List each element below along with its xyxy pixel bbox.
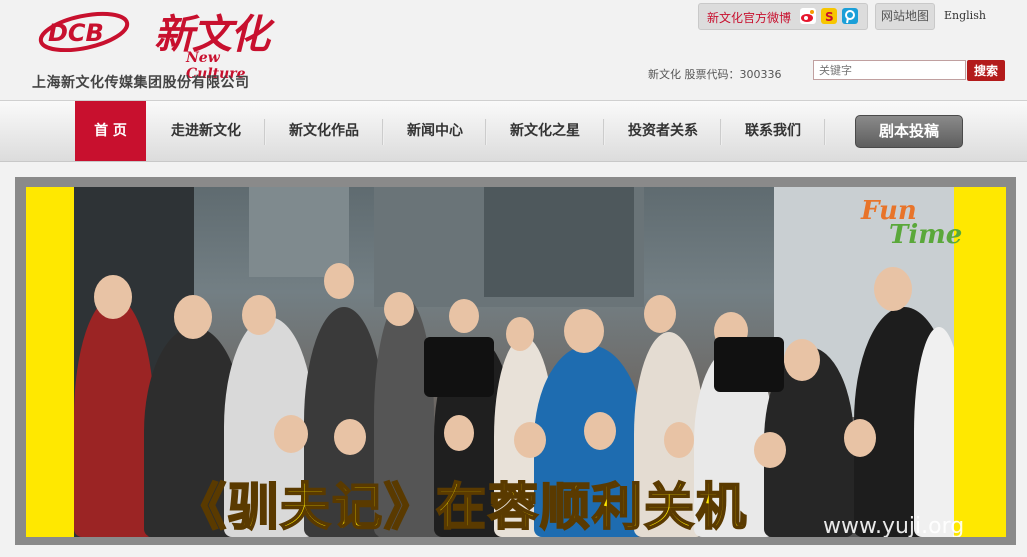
hero-banner[interactable]: Fun Time 《驯夫记》在蓉顺利关机 www.yuji.org xyxy=(26,187,1006,537)
search-button[interactable]: 搜索 xyxy=(967,60,1005,81)
official-weibo-box: 新文化官方微博 S xyxy=(698,3,868,30)
tencent-weibo-icon[interactable] xyxy=(842,8,858,24)
stock-code: 新文化 股票代码：300336 xyxy=(648,68,782,81)
sitemap-link[interactable]: 网站地图 xyxy=(875,3,935,30)
weibo-label[interactable]: 新文化官方微博 xyxy=(707,9,791,26)
nav-item-stars[interactable]: 新文化之星 xyxy=(489,101,601,161)
dcb-logo-mark: DCB xyxy=(38,11,130,52)
svg-text:S: S xyxy=(825,10,834,24)
nav-divider xyxy=(603,119,605,145)
banner-caption: 《驯夫记》在蓉顺利关机 xyxy=(175,477,748,537)
nav-item-works[interactable]: 新文化作品 xyxy=(268,101,380,161)
nav-divider xyxy=(720,119,722,145)
nav-item-news[interactable]: 新闻中心 xyxy=(386,101,484,161)
fun-time-line2: Time xyxy=(889,220,963,250)
nav-divider xyxy=(485,119,487,145)
nav-item-contact[interactable]: 联系我们 xyxy=(724,101,822,161)
nav-divider xyxy=(382,119,384,145)
watermark: www.yuji.org xyxy=(823,514,965,537)
fun-time-badge: Fun Time xyxy=(861,198,963,250)
logo-mark-text: DCB xyxy=(48,19,104,47)
company-name: 上海新文化传媒集团股份有限公司 xyxy=(32,75,250,91)
english-link[interactable]: English xyxy=(944,9,986,22)
nav-item-about[interactable]: 走进新文化 xyxy=(150,101,262,161)
sina-weibo-icon[interactable] xyxy=(800,8,816,24)
main-nav: 首 页 走进新文化 新文化作品 新闻中心 新文化之星 投资者关系 联系我们 剧本… xyxy=(0,100,1027,162)
nav-divider xyxy=(264,119,266,145)
nav-item-investors[interactable]: 投资者关系 xyxy=(607,101,719,161)
nav-item-home[interactable]: 首 页 xyxy=(75,101,146,161)
search-input[interactable] xyxy=(813,60,966,80)
site-logo[interactable]: DCB 新文化 New Culture 上海新文化传媒集团股份有限公司 xyxy=(32,4,276,94)
script-submit-button[interactable]: 剧本投稿 xyxy=(855,115,963,148)
nav-divider xyxy=(824,119,826,145)
site-header: DCB 新文化 New Culture 上海新文化传媒集团股份有限公司 新文化官… xyxy=(0,0,1027,100)
sohu-weibo-icon[interactable]: S xyxy=(821,8,837,24)
